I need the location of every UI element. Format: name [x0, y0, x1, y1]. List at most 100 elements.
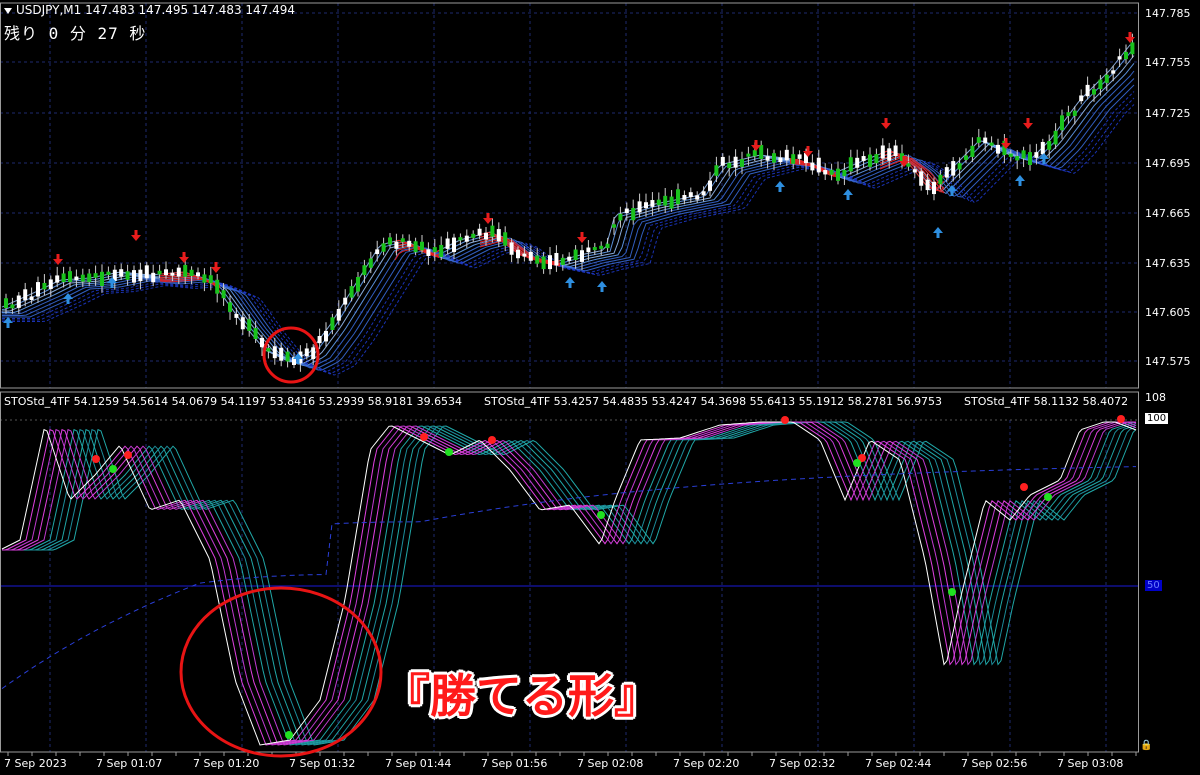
candle-body [868, 154, 872, 167]
time-label: 7 Sep 01:20 [193, 757, 260, 770]
sell-arrow-icon [1023, 118, 1033, 129]
buy-arrow-head [843, 189, 853, 195]
ma-line [2, 97, 1135, 375]
candle-body [797, 154, 802, 159]
candle-body [311, 347, 316, 360]
signal-dot-icon [420, 433, 428, 441]
candle-body [260, 337, 264, 348]
candle-body [663, 195, 668, 206]
signal-dot-icon [1044, 493, 1052, 501]
highlight-circle-price [262, 326, 320, 384]
candle-body [304, 348, 309, 357]
sell-arrow-head [881, 123, 891, 129]
candle-body [368, 258, 373, 268]
candle-body [720, 156, 725, 166]
candle-body [644, 202, 648, 209]
sell-arrow-icon [131, 230, 141, 241]
annotation-caption: 『勝てる形』 [384, 669, 660, 723]
time-label: 7 Sep 02:08 [577, 757, 644, 770]
buy-arrow-head [1015, 175, 1025, 181]
signal-dot-icon [948, 588, 956, 596]
candle-body [208, 275, 213, 284]
candle-body [1092, 89, 1096, 95]
sell-arrow-head [483, 218, 493, 224]
candle-body [356, 277, 360, 292]
time-label: 7 Sep 01:44 [385, 757, 452, 770]
candle-body [746, 153, 751, 157]
price-label: 147.755 [1145, 56, 1191, 69]
candle-body [573, 249, 578, 261]
symbol-info[interactable]: USDJPY,M1 147.483 147.495 147.483 147.49… [4, 3, 295, 17]
candle-body [522, 253, 527, 257]
indicator-label-1: STOStd_4TF 54.1259 54.5614 54.0679 54.11… [4, 395, 463, 408]
candle-body [548, 255, 552, 270]
candle-body [1098, 79, 1103, 90]
candle-body [362, 265, 367, 276]
signal-dot-icon [1020, 483, 1028, 491]
ma-line [2, 55, 1135, 365]
candle-body [874, 154, 879, 164]
indicator-max-label: 108 [1145, 391, 1166, 404]
lock-icon[interactable]: 🔒 [1140, 740, 1152, 751]
candle-body [400, 238, 405, 242]
candle-body [855, 157, 860, 168]
candle-body [125, 271, 130, 280]
candle-body [650, 200, 655, 207]
candle-body [16, 295, 21, 308]
candle-body [535, 255, 540, 264]
candle-body [912, 169, 917, 173]
dropdown-triangle-icon[interactable] [4, 7, 12, 14]
candle-body [106, 271, 111, 275]
candle-body [189, 269, 194, 276]
candle-body [1066, 112, 1071, 117]
candle-body [784, 149, 789, 161]
candle-body [458, 237, 463, 241]
candle-body [580, 250, 584, 262]
sell-arrow-head [53, 259, 63, 265]
sell-arrow-head [1023, 123, 1033, 129]
signal-dot-icon [285, 731, 293, 739]
candle-body [586, 247, 591, 253]
candle-body [388, 237, 392, 245]
candle-body [567, 256, 572, 261]
signal-dot-icon [109, 465, 117, 473]
candle-body [93, 273, 98, 278]
candle-body [944, 167, 949, 178]
candle-body [10, 304, 15, 309]
candle-body [407, 240, 412, 247]
price-label: 147.785 [1145, 7, 1191, 20]
candle-body [144, 265, 149, 279]
candle-body [701, 191, 706, 196]
buy-arrow-icon [597, 281, 607, 292]
price-candles [4, 33, 1135, 372]
candle-body [42, 282, 47, 290]
candle-body [906, 163, 911, 167]
candle-body [196, 272, 200, 277]
candle-body [170, 272, 175, 276]
candle-body [484, 232, 488, 240]
candle-body [80, 274, 85, 282]
candle-body [612, 224, 616, 228]
candle-body [682, 195, 687, 200]
price-label: 147.575 [1145, 355, 1191, 368]
price-label: 147.605 [1145, 306, 1191, 319]
price-label: 147.665 [1145, 207, 1191, 220]
symbol-line: USDJPY,M1 147.483 147.495 147.483 147.49… [16, 3, 296, 17]
candle-body [151, 272, 156, 283]
candle-body [234, 313, 239, 318]
signal-dot-icon [853, 459, 861, 467]
chart-canvas[interactable] [0, 0, 1200, 775]
candle-body [1124, 51, 1128, 60]
candle-body [375, 249, 380, 255]
indicator-label-3: STOStd_4TF 58.1132 58.4072 [964, 395, 1129, 408]
ma-line [2, 84, 1135, 371]
candle-body [791, 154, 796, 164]
signal-dot-icon [124, 451, 132, 459]
moving-average-ribbon [1, 44, 1135, 376]
candle-body [413, 241, 418, 253]
candle-body [490, 225, 495, 237]
candle-body [618, 213, 623, 221]
candle-body [48, 279, 53, 290]
candle-body [938, 174, 943, 185]
indicator-label-2: STOStd_4TF 53.4257 54.4835 53.4247 54.36… [484, 395, 943, 408]
